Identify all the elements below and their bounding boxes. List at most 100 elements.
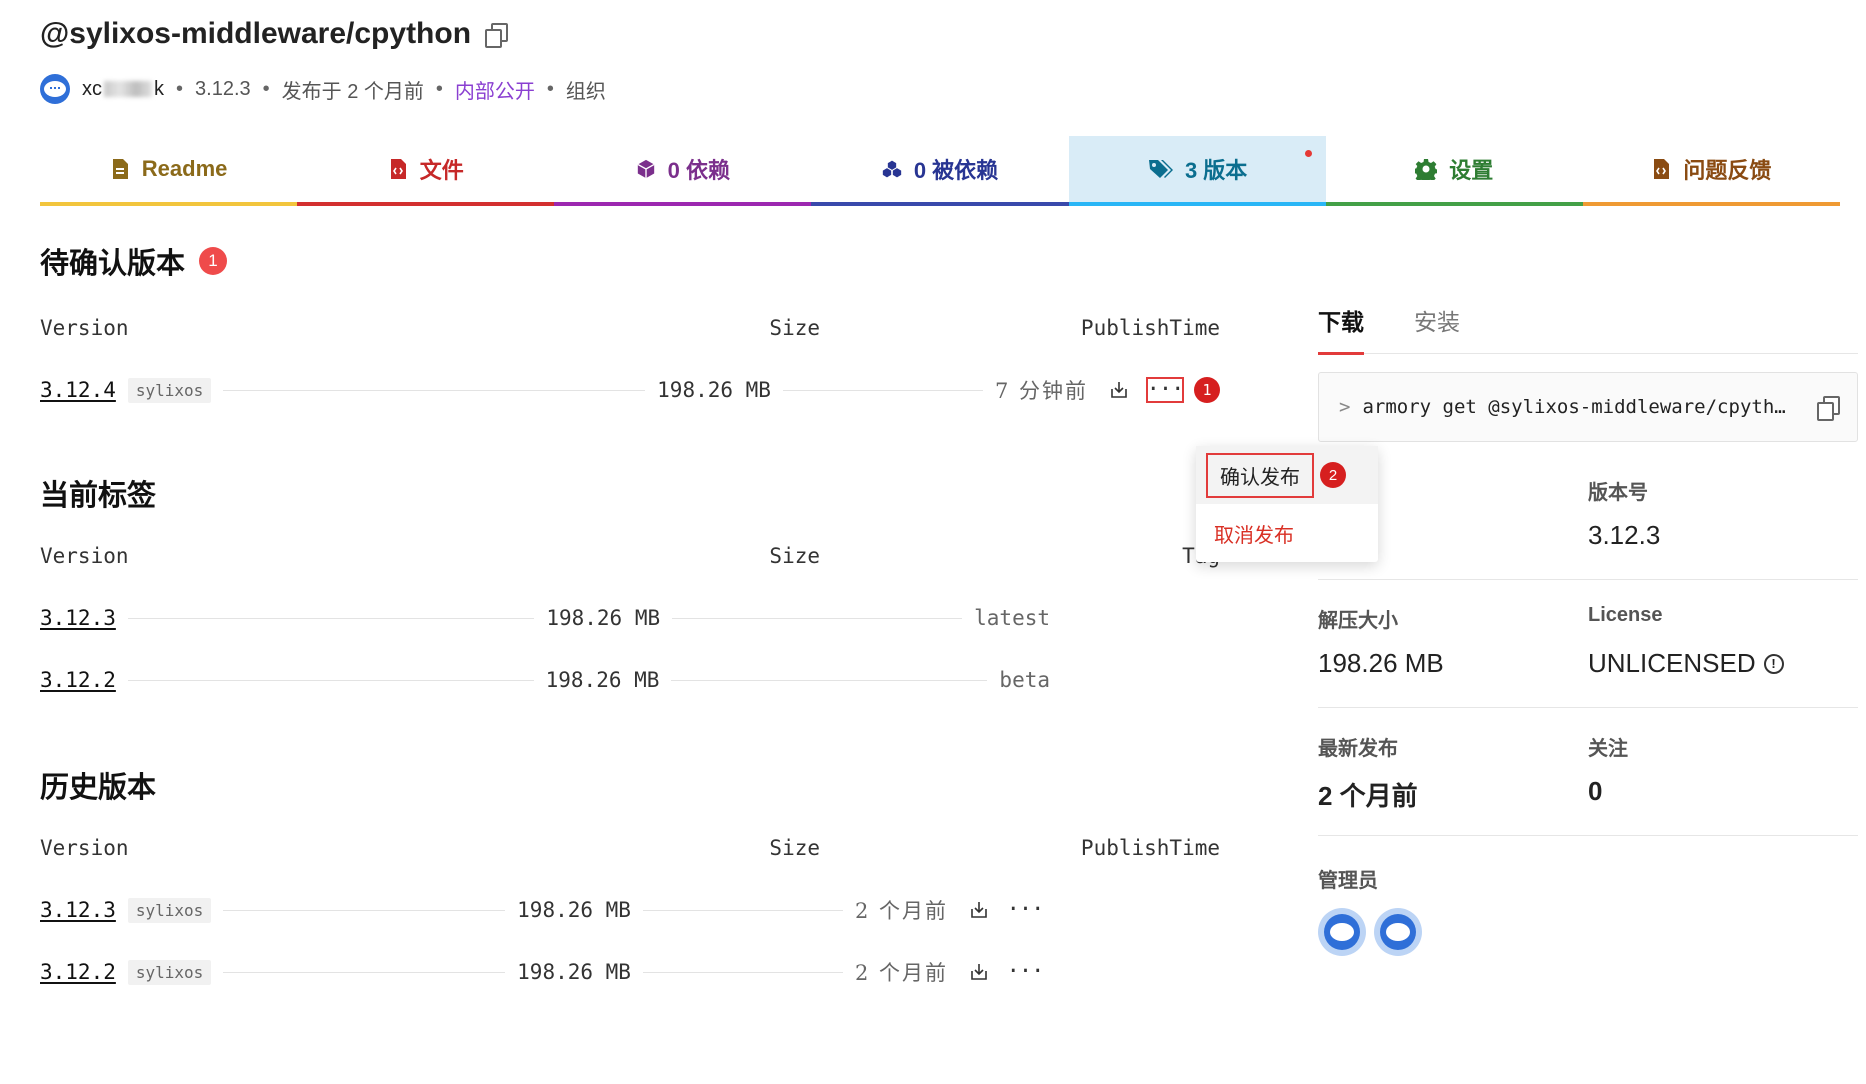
tab-label: 设置: [1449, 158, 1494, 183]
version-actions-menu: 确认发布 2 取消发布: [1196, 446, 1378, 562]
more-actions-button[interactable]: ···: [1006, 897, 1045, 923]
package-info-grid: 版本号 3.12.3 解压大小 198.26 MB License UNLICE…: [1318, 452, 1858, 836]
tab-readme[interactable]: Readme: [40, 136, 298, 206]
col-publish-time: PublishTime: [1080, 316, 1220, 340]
info-value-followers: 0: [1588, 776, 1603, 806]
col-size: Size: [769, 316, 820, 340]
info-cell: 关注 0: [1588, 708, 1858, 836]
table-row: 3.12.2 sylixos 198.26 MB 2 个月前 ···: [40, 952, 1220, 992]
avatar[interactable]: [1374, 908, 1422, 956]
package-meta: xc k • 3.12.3 • 发布于 2 个月前 • 内部公开 • 组织: [40, 72, 1840, 106]
separator: •: [262, 77, 270, 100]
download-icon[interactable]: [1110, 381, 1128, 399]
divider: [642, 909, 843, 911]
avatar-face-icon: [44, 81, 66, 97]
col-version: Version: [40, 836, 129, 860]
avatar[interactable]: [1318, 908, 1366, 956]
current-tags-title: 当前标签: [40, 468, 1220, 518]
tab-install[interactable]: 安装: [1414, 286, 1460, 354]
col-size: Size: [769, 544, 820, 568]
admins-section: 管理员: [1318, 836, 1858, 956]
publish-time-value: 2 个月前: [854, 899, 948, 923]
tab-download[interactable]: 下载: [1318, 286, 1364, 355]
pending-count-badge: 1: [199, 247, 228, 275]
size-value: 198.26 MB: [517, 960, 631, 984]
package-sidebar: 下载 安装 > armory get @sylixos-middleware/c…: [1318, 286, 1858, 956]
avatar-inner: [1380, 914, 1416, 950]
owner-type: 组织: [565, 80, 606, 103]
section-heading: 当前标签: [40, 480, 157, 512]
copy-icon[interactable]: [485, 23, 509, 48]
avatar-face-icon: [1330, 923, 1354, 941]
gear-icon: [1415, 159, 1438, 180]
pending-table-header: Version Size PublishTime: [40, 308, 1220, 348]
pending-section-title: 待确认版本 1: [40, 236, 1220, 286]
divider: [127, 617, 535, 619]
step-marker: 1: [1194, 377, 1220, 403]
info-label-followers: 关注: [1588, 738, 1628, 760]
more-actions-button[interactable]: ···: [1146, 377, 1184, 403]
divider: [671, 679, 988, 681]
owner-avatar[interactable]: [40, 74, 70, 104]
info-value-unpacked-size: 198.26 MB: [1318, 648, 1444, 678]
prompt-glyph: >: [1339, 396, 1351, 418]
visibility-link[interactable]: 内部公开: [455, 75, 535, 104]
tab-label: 0 被依赖: [913, 158, 999, 183]
tab-dependents[interactable]: 0 被依赖: [811, 136, 1069, 206]
owner-name[interactable]: xc k: [82, 78, 164, 101]
download-icon[interactable]: [970, 963, 988, 981]
info-value-latest-publish: 2 个月前: [1318, 781, 1418, 811]
section-heading: 历史版本: [40, 772, 157, 804]
size-value: 198.26 MB: [517, 898, 631, 922]
divider: [672, 617, 963, 619]
install-command: armory get @sylixos-middleware/cpyth…: [1362, 396, 1786, 418]
separator: •: [546, 77, 554, 100]
info-cell: License UNLICENSED !: [1588, 580, 1858, 708]
info-label-unpacked-size: 解压大小: [1318, 610, 1398, 632]
more-actions-button[interactable]: ···: [1006, 959, 1045, 985]
tab-files[interactable]: 文件: [297, 136, 555, 206]
version-link[interactable]: 3.12.4: [40, 378, 116, 402]
info-cell: 解压大小 198.26 MB: [1318, 580, 1588, 708]
col-version: Version: [40, 544, 129, 568]
version-link[interactable]: 3.12.3: [40, 606, 116, 630]
separator: •: [176, 77, 184, 100]
tab-settings[interactable]: 设置: [1325, 136, 1583, 206]
step-marker: 2: [1320, 462, 1346, 488]
owner-name-suffix: k: [154, 77, 164, 100]
tab-dependencies[interactable]: 0 依赖: [554, 136, 812, 206]
package-tabs: Readme 文件 0 依赖 0 被依赖 3 版本 设置 问题反馈: [40, 136, 1840, 206]
table-row: 3.12.2 198.26 MB beta: [40, 660, 1220, 700]
cancel-publish-label: 取消发布: [1214, 524, 1294, 547]
os-tag: sylixos: [127, 959, 212, 985]
table-row: 3.12.4 sylixos 198.26 MB 7 分钟前 ··· 1: [40, 370, 1220, 410]
tab-label: Readme: [141, 156, 228, 181]
menu-item-confirm-publish[interactable]: 确认发布 2: [1196, 446, 1378, 504]
size-value: 198.26 MB: [657, 378, 771, 402]
info-label-license: License: [1588, 604, 1663, 626]
tab-versions[interactable]: 3 版本: [1068, 136, 1326, 206]
download-icon[interactable]: [970, 901, 988, 919]
tab-label: 3 版本: [1184, 158, 1248, 183]
info-circle-icon[interactable]: !: [1763, 653, 1784, 674]
tab-issues[interactable]: 问题反馈: [1582, 136, 1840, 206]
menu-item-cancel-publish[interactable]: 取消发布: [1196, 504, 1378, 562]
col-tag: Tag: [820, 544, 1220, 568]
info-cell: 最新发布 2 个月前: [1318, 708, 1588, 836]
info-value-license: UNLICENSED !: [1588, 648, 1858, 679]
divider: [223, 971, 506, 973]
publish-time-value: 2 个月前: [854, 961, 948, 985]
divider: [223, 389, 646, 391]
version-link[interactable]: 3.12.2: [40, 668, 116, 692]
history-title: 历史版本: [40, 760, 1220, 810]
avatar-face-icon: [1386, 923, 1410, 941]
readme-doc-icon: [112, 159, 128, 179]
info-label-version: 版本号: [1588, 482, 1648, 504]
version-link[interactable]: 3.12.3: [40, 898, 116, 922]
owner-name-prefix: xc: [82, 77, 102, 100]
package-title-row: @sylixos-middleware/cpython: [40, 10, 1840, 58]
install-command-box[interactable]: > armory get @sylixos-middleware/cpyth…: [1318, 372, 1858, 442]
package-title: @sylixos-middleware/cpython: [40, 17, 472, 50]
copy-icon[interactable]: [1817, 396, 1840, 421]
version-link[interactable]: 3.12.2: [40, 960, 116, 984]
